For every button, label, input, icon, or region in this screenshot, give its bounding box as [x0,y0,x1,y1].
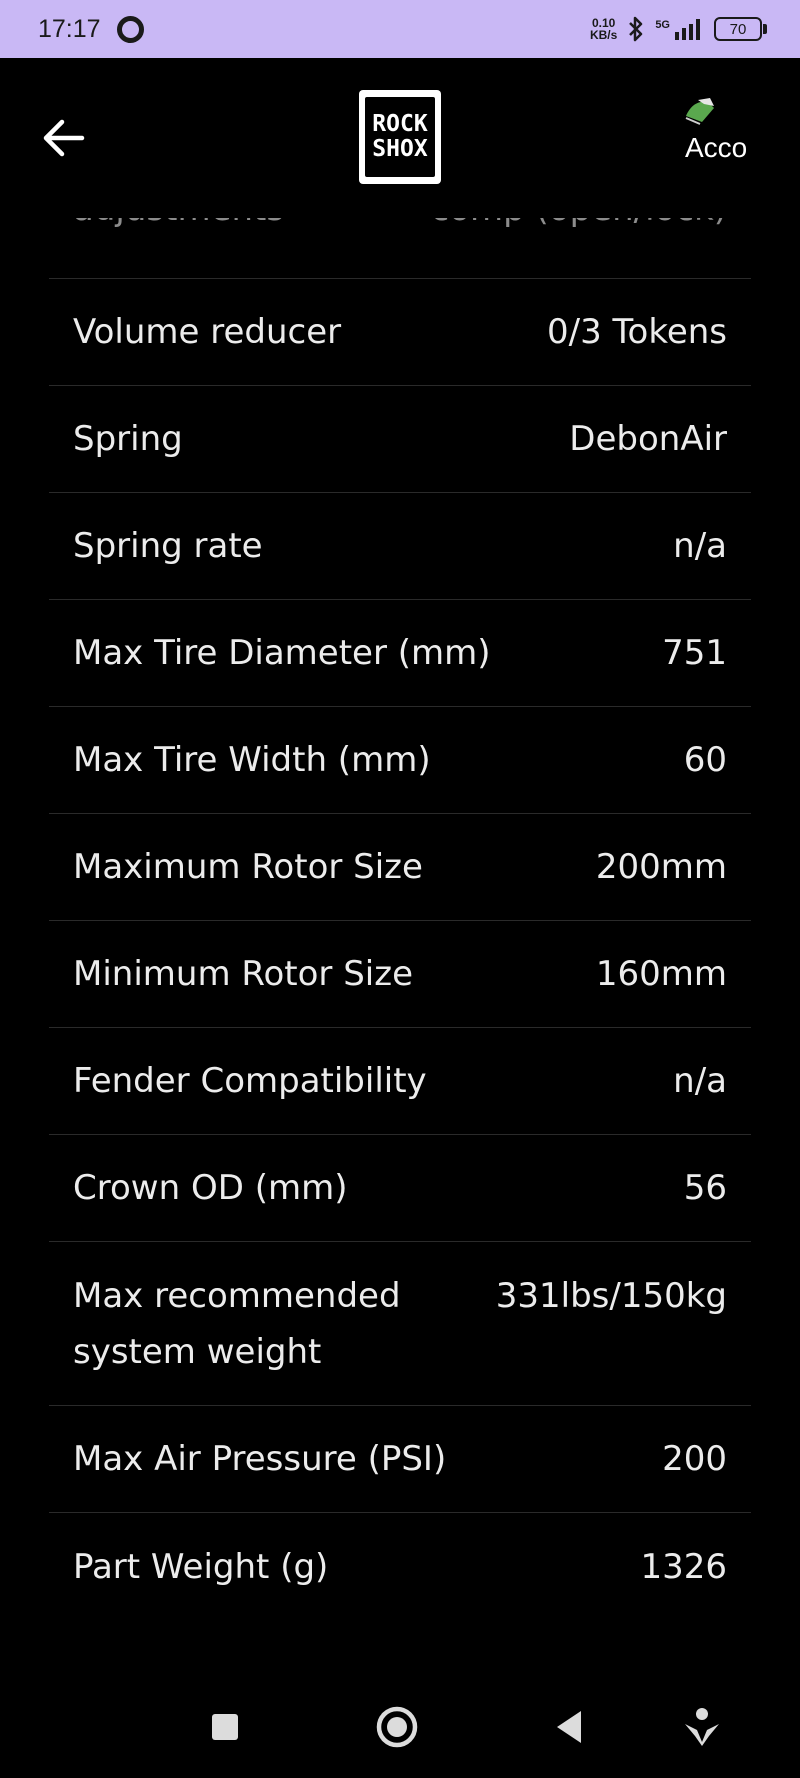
home-circle-icon[interactable] [372,1702,422,1752]
spec-value: 1326 [640,1546,727,1587]
rockshox-logo[interactable]: ROCK SHOX [359,90,441,184]
spec-label: Part Weight (g) [73,1546,329,1587]
status-time: 17:17 [38,14,101,43]
spec-row: Volume reducer 0/3 Tokens [49,279,751,386]
system-nav-bar [0,1680,800,1778]
status-bar: 17:17 0.10 KB/s 5G 70 [0,0,800,58]
spec-value: 200mm [595,847,727,887]
assistant-icon[interactable] [677,1702,727,1752]
spec-label: Maximum Rotor Size [73,847,423,887]
spec-label: Max Tire Width (mm) [73,740,431,780]
spec-list: adjustments comp (open/lock) Volume redu… [49,185,751,1620]
spec-value: 0/3 Tokens [547,312,727,352]
spec-row: Minimum Rotor Size 160mm [49,921,751,1028]
spec-label: Volume reducer [73,312,342,352]
spec-value: 60 [683,740,727,780]
spec-row: Part Weight (g) 1326 [49,1513,751,1620]
spec-row: Maximum Rotor Size 200mm [49,814,751,921]
signal-icon [675,19,700,40]
spec-row: Fender Compatibility n/a [49,1028,751,1135]
spec-label: Crown OD (mm) [73,1168,348,1208]
battery-icon: 70 [714,17,767,41]
spec-label: Spring rate [73,526,263,566]
spec-row: Max Tire Diameter (mm) 751 [49,600,751,707]
back-arrow-icon[interactable] [38,113,88,163]
spec-value: 331lbs/150kg [495,1276,727,1316]
status-icons: 0.10 KB/s 5G 70 [589,15,767,43]
spec-row: Crown OD (mm) 56 [49,1135,751,1242]
account-button[interactable]: Acco [682,96,800,176]
spec-value: n/a [673,526,727,566]
spec-label: Max recommended system weight [73,1276,401,1372]
bluetooth-icon [629,16,643,42]
recents-square-icon[interactable] [200,1702,250,1752]
spec-row: Max recommended system weight 331lbs/150… [49,1242,751,1406]
broken-image-icon [685,98,714,125]
spec-label: Max Tire Diameter (mm) [73,633,491,673]
account-label: Acco [685,132,748,163]
spec-label: Fender Compatibility [73,1061,427,1101]
spec-value: 751 [662,633,727,673]
back-triangle-icon[interactable] [545,1702,595,1752]
spec-value: 160mm [595,954,727,994]
spec-row: Spring rate n/a [49,493,751,600]
spec-value: DebonAir [569,419,727,459]
recording-indicator-icon [116,15,144,43]
network-type: 5G [655,19,670,31]
spec-label: Spring [73,419,183,459]
network-speed: 0.10 KB/s [589,16,618,42]
spec-row: Max Air Pressure (PSI) 200 [49,1406,751,1513]
spec-row: Spring DebonAir [49,386,751,493]
spec-value: n/a [673,1061,727,1101]
battery-level: 70 [729,20,747,38]
spec-value: 56 [683,1168,727,1208]
spec-label: Minimum Rotor Size [73,954,413,994]
spec-row: Max Tire Width (mm) 60 [49,707,751,814]
spec-value: 200 [662,1439,727,1479]
spec-label: Max Air Pressure (PSI) [73,1439,447,1479]
app-bar: ROCK SHOX Acco [0,58,800,218]
